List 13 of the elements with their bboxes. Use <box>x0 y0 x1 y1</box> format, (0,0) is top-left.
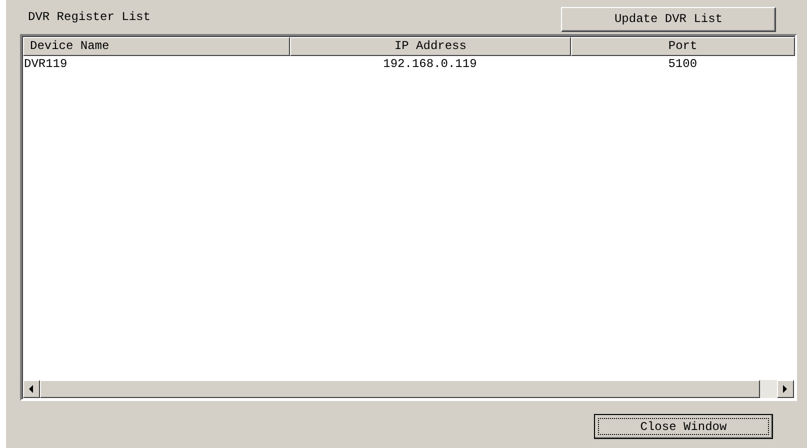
right-arrow-icon <box>783 385 788 393</box>
scroll-left-button[interactable] <box>23 380 40 398</box>
column-header[interactable]: Port <box>570 37 795 56</box>
close-window-button[interactable]: Close Window <box>594 414 773 439</box>
column-header[interactable]: Device Name <box>23 37 290 56</box>
list-title: DVR Register List <box>28 9 150 26</box>
table-cell-text: DVR119 <box>23 56 68 72</box>
left-arrow-icon <box>29 385 34 393</box>
scroll-right-button[interactable] <box>777 380 794 398</box>
table-cell-text: 192.168.0.119 <box>382 56 478 72</box>
table-cell-text: 5100 <box>667 56 698 72</box>
column-header[interactable]: IP Address <box>290 37 571 56</box>
update-list-button[interactable]: Update DVR List <box>561 6 776 32</box>
